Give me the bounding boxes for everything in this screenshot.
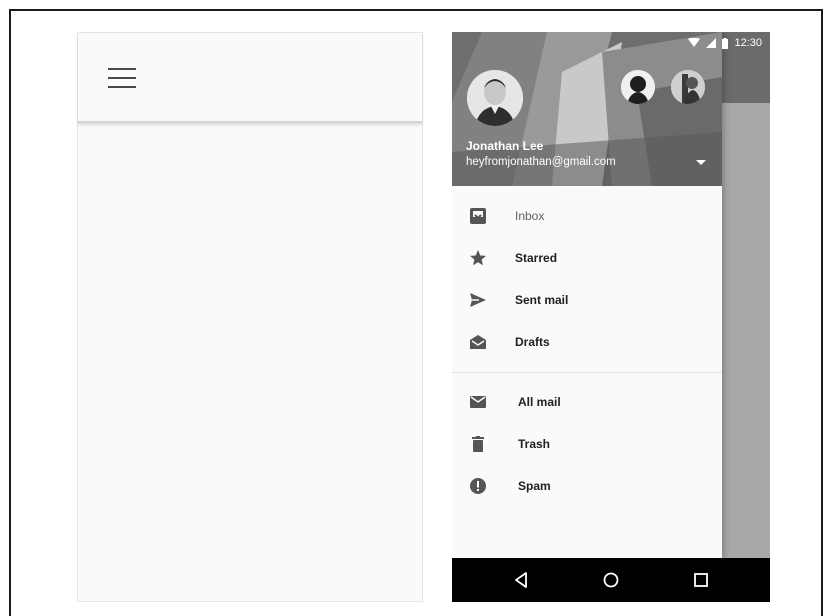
star-icon: [470, 250, 486, 266]
status-time: 12:30: [734, 37, 762, 49]
drawer-item-label: Spam: [518, 479, 551, 493]
drafts-icon: [470, 335, 486, 349]
signal-icon: [706, 38, 717, 48]
mail-icon: [470, 396, 486, 408]
wifi-icon: [688, 38, 701, 47]
phone-closed-drawer: [77, 32, 423, 602]
navigation-drawer: Jonathan Lee heyfromjonathan@gmail.com I…: [452, 32, 722, 558]
home-icon[interactable]: [602, 571, 620, 589]
recents-icon[interactable]: [692, 571, 710, 589]
app-toolbar: [78, 33, 422, 123]
avatar[interactable]: [467, 70, 523, 126]
account-name: Jonathan Lee: [466, 139, 544, 153]
drawer-item-label: Sent mail: [515, 293, 569, 307]
drawer-item-label: Starred: [515, 251, 558, 265]
android-nav-bar: [452, 558, 770, 602]
drawer-item-drafts[interactable]: Drafts: [452, 321, 722, 363]
back-icon[interactable]: [512, 571, 530, 589]
drawer-item-all-mail[interactable]: All mail: [452, 381, 722, 423]
account-header[interactable]: Jonathan Lee heyfromjonathan@gmail.com: [452, 32, 722, 186]
inbox-icon: [470, 208, 486, 224]
hamburger-menu-icon[interactable]: [108, 68, 136, 88]
drawer-item-starred[interactable]: Starred: [452, 237, 722, 279]
secondary-avatar[interactable]: [621, 70, 655, 104]
account-email: heyfromjonathan@gmail.com: [466, 156, 616, 168]
phone-open-drawer: 12:30 Jonathan Lee heyfromjonathan@gmail…: [452, 32, 770, 602]
secondary-avatar[interactable]: [671, 70, 705, 104]
drawer-item-label: Inbox: [515, 209, 545, 223]
drawer-item-label: All mail: [518, 395, 561, 409]
drawer-menu-primary: Inbox Starred Sent mail Drafts: [452, 186, 722, 363]
spam-icon: [470, 478, 486, 494]
drawer-divider: [452, 372, 722, 373]
status-bar: 12:30: [452, 32, 770, 54]
drawer-item-sent-mail[interactable]: Sent mail: [452, 279, 722, 321]
drawer-item-label: Trash: [518, 437, 551, 451]
drawer-item-label: Drafts: [515, 335, 550, 349]
drawer-item-inbox[interactable]: Inbox: [452, 195, 722, 237]
drawer-menu-secondary: All mail Trash Spam: [452, 381, 722, 507]
trash-icon: [472, 436, 484, 452]
battery-icon: [722, 37, 729, 49]
drawer-item-trash[interactable]: Trash: [452, 423, 722, 465]
drawer-item-spam[interactable]: Spam: [452, 465, 722, 507]
account-dropdown-icon[interactable]: [696, 160, 706, 165]
send-icon: [470, 293, 486, 307]
